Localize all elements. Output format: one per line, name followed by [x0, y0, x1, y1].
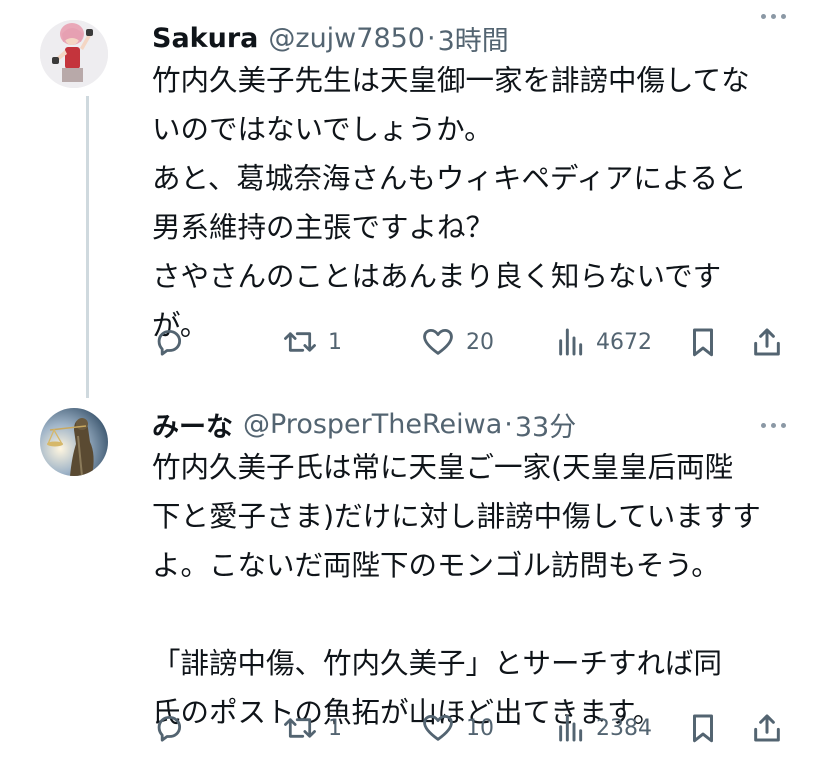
share-button[interactable] — [750, 708, 784, 748]
more-options-button[interactable] — [761, 14, 786, 19]
action-bar: 1 20 4672 — [152, 322, 792, 362]
text-line: よ。こないだ両陛下のモンゴル訪問もそう。 — [152, 549, 720, 582]
text-line: 男系維持の主張ですよね？ — [152, 211, 495, 244]
text-line: いのではないでしょうか。 — [152, 113, 493, 146]
display-name[interactable]: みーな — [152, 405, 233, 444]
view-count: 4672 — [596, 329, 652, 355]
text-line — [152, 590, 792, 639]
views-button[interactable]: 2384 — [554, 708, 652, 748]
heart-icon — [423, 714, 453, 741]
text-line: 「誹謗中傷、竹内久美子」とサーチすれば同 — [152, 647, 723, 680]
lady-justice-avatar-icon — [40, 408, 108, 476]
retweet-count: 1 — [328, 329, 342, 355]
text-line: さやさんのことはあんまり良く知らないです — [152, 260, 722, 293]
views-button[interactable]: 4672 — [554, 322, 652, 362]
retweet-icon — [284, 718, 316, 738]
avatar[interactable] — [40, 20, 108, 88]
separator-dot: · — [426, 22, 436, 54]
view-count: 2384 — [596, 715, 652, 741]
tweet-text: 竹内久美子氏は常に天皇ご一家(天皇皇后両陛 下と愛子さま)だけに対し誹謗中傷して… — [152, 443, 792, 737]
more-dot-icon — [781, 423, 786, 428]
timestamp[interactable]: 3時間 — [438, 19, 509, 58]
separator-dot: · — [504, 408, 513, 440]
retweet-button[interactable]: 1 — [282, 322, 342, 362]
sakura-avatar-icon — [40, 20, 108, 88]
share-button[interactable] — [750, 322, 784, 362]
bookmark-icon — [693, 714, 713, 743]
text-line: あと、葛城奈海さんもウィキペディアによると — [152, 162, 747, 195]
text-line: 下と愛子さま)だけに対し誹謗中傷していますす — [152, 500, 761, 533]
share-icon — [754, 714, 780, 742]
tweet-header: Sakura @zujw7850 · 3時間 — [152, 18, 509, 58]
tweet-text: 竹内久美子先生は天皇御一家を誹謗中傷してな いのではないでしょうか。 あと、葛城… — [152, 56, 792, 350]
more-dot-icon — [781, 14, 786, 19]
timestamp[interactable]: 33分 — [515, 405, 576, 444]
reply-button[interactable] — [152, 322, 186, 362]
user-handle[interactable]: @zujw7850 — [268, 23, 425, 54]
display-name[interactable]: Sakura — [152, 23, 258, 54]
reply-button[interactable] — [152, 708, 186, 748]
bookmark-button[interactable] — [686, 708, 720, 748]
action-bar: 1 10 2384 — [152, 708, 792, 748]
tweet-miina[interactable]: みーな @ProsperTheReiwa · 33分 竹内久美子氏は常に天皇ご一… — [0, 390, 828, 769]
bookmark-icon — [693, 328, 713, 357]
more-dot-icon — [771, 423, 776, 428]
bookmark-button[interactable] — [686, 322, 720, 362]
heart-icon — [423, 328, 453, 355]
text-line: 竹内久美子氏は常に天皇ご一家(天皇皇后両陛 — [152, 451, 734, 484]
more-dot-icon — [771, 14, 776, 19]
views-chart-icon — [559, 328, 583, 356]
share-icon — [754, 328, 780, 356]
tweet-header: みーな @ProsperTheReiwa · 33分 — [152, 404, 576, 444]
views-chart-icon — [559, 714, 583, 742]
text-line: 竹内久美子先生は天皇御一家を誹謗中傷してな — [152, 64, 750, 97]
retweet-count: 1 — [328, 715, 342, 741]
more-dot-icon — [761, 14, 766, 19]
retweet-icon — [284, 332, 316, 352]
reply-icon — [157, 329, 182, 356]
avatar[interactable] — [40, 408, 108, 476]
retweet-button[interactable]: 1 — [282, 708, 342, 748]
reply-icon — [157, 715, 182, 742]
user-handle[interactable]: @ProsperTheReiwa — [243, 409, 502, 440]
like-count: 10 — [466, 715, 494, 741]
like-count: 20 — [466, 329, 494, 355]
more-dot-icon — [761, 423, 766, 428]
thread-connector — [86, 96, 89, 398]
tweet-sakura[interactable]: Sakura @zujw7850 · 3時間 竹内久美子先生は天皇御一家を誹謗中… — [0, 0, 828, 398]
like-button[interactable]: 10 — [420, 708, 494, 748]
like-button[interactable]: 20 — [420, 322, 494, 362]
more-options-button[interactable] — [761, 423, 786, 428]
